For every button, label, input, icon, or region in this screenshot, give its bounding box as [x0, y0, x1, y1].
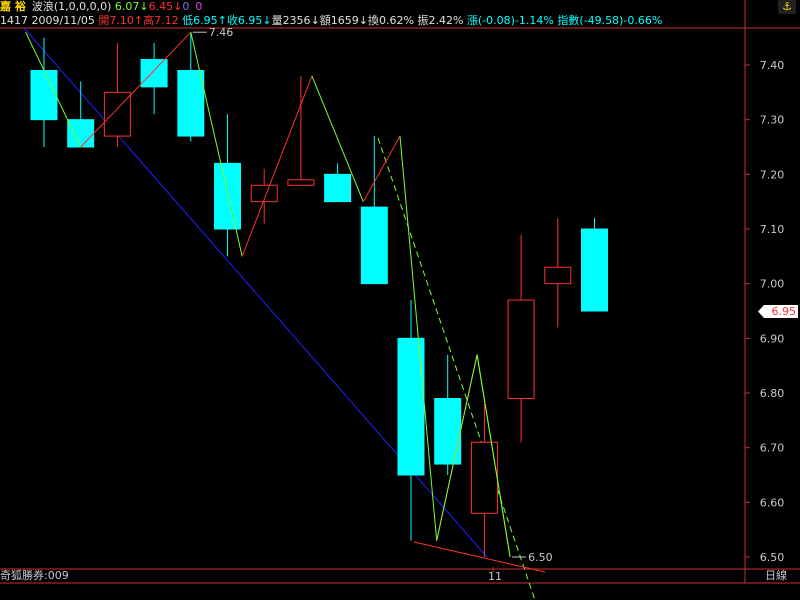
- candle-up: [507, 299, 535, 399]
- stock-code: 1417: [0, 14, 28, 27]
- volume-value: 2356: [282, 14, 311, 27]
- broker-label: 奇狐勝券:009: [0, 569, 69, 582]
- change-label: 漲: [466, 14, 478, 27]
- y-tick-label: 6.60: [760, 496, 785, 509]
- wave-value-3: 0: [182, 0, 190, 13]
- close-value: 6.95: [237, 14, 263, 27]
- amount-label: 額: [319, 14, 331, 27]
- header-row-2: 1417 2009/11/05 開7.10↑高7.12 低6.95↑收6.95↓…: [0, 14, 663, 27]
- candle-down: [360, 206, 388, 285]
- candle-down: [67, 119, 95, 148]
- anchor-icon[interactable]: ⚓: [778, 0, 796, 14]
- low-value: 6.95: [193, 14, 218, 27]
- y-tick-label: 7.30: [760, 114, 785, 127]
- date-tick-label: 11: [488, 570, 502, 583]
- quote-date: 2009/11/05: [31, 14, 95, 27]
- trend-line: [23, 27, 488, 558]
- candle-down: [177, 69, 205, 137]
- high-label: 高: [143, 14, 155, 27]
- candle-down: [214, 162, 241, 230]
- open-label: 開: [98, 14, 110, 27]
- high-mark-label: 7.46: [209, 26, 234, 39]
- candle-up: [287, 179, 315, 186]
- low-label: 低: [182, 14, 194, 27]
- stock-name: 嘉 裕: [0, 0, 26, 13]
- index-label: 指數: [557, 14, 580, 27]
- wave-segment: [80, 31, 192, 148]
- candle-down: [30, 69, 58, 121]
- header-row-1: 嘉 裕波浪(1,0,0,0,0) 6.07↓6.45↓0 0: [0, 0, 203, 13]
- last-price-tag: 6.95: [758, 305, 798, 318]
- low-mark-label: 6.50: [528, 551, 553, 564]
- candlestick-chart: 7.40 7.30 7.20 7.10 7.00 6.90 6.80 6.70 6.60 6.50…: [0, 0, 800, 600]
- candle-down: [324, 173, 352, 203]
- wave-segment: [241, 75, 313, 257]
- open-value: 7.10: [109, 14, 134, 27]
- turnover-value: 0.62%: [379, 14, 414, 27]
- high-value: 7.12: [154, 14, 179, 27]
- y-tick-label: 6.90: [760, 332, 785, 345]
- y-tick-label: 6.50: [760, 551, 785, 564]
- candle-down: [140, 59, 168, 88]
- wave-segment: [362, 135, 401, 202]
- candle-down: [581, 228, 608, 312]
- y-tick-label: 6.70: [760, 442, 785, 455]
- y-tick-label: 7.10: [760, 223, 785, 236]
- wave-value-4: 0: [195, 0, 203, 13]
- close-label: 收: [226, 14, 238, 27]
- amplitude-label: 振: [417, 14, 429, 27]
- indicator-name: 波浪(1,0,0,0,0): [31, 0, 112, 13]
- turnover-label: 換: [368, 14, 379, 27]
- amplitude-value: 2.42%: [428, 14, 464, 27]
- period-label[interactable]: 日線: [765, 569, 787, 583]
- index-value: (-49.58)-0.66%: [579, 14, 663, 27]
- y-tick-label: 7.40: [760, 59, 785, 72]
- y-tick-label: 7.00: [760, 278, 785, 291]
- wave-value-1: 6.07: [114, 0, 140, 13]
- y-tick-label: 7.20: [760, 168, 785, 181]
- candle-up: [544, 266, 572, 285]
- candle-down: [434, 397, 462, 465]
- y-tick-label: 6.80: [760, 387, 785, 400]
- volume-label: 量: [271, 14, 283, 27]
- change-value: (-0.08)-1.14%: [477, 14, 554, 27]
- wave-value-2: 6.45: [148, 0, 174, 13]
- amount-value: 1659: [330, 14, 359, 27]
